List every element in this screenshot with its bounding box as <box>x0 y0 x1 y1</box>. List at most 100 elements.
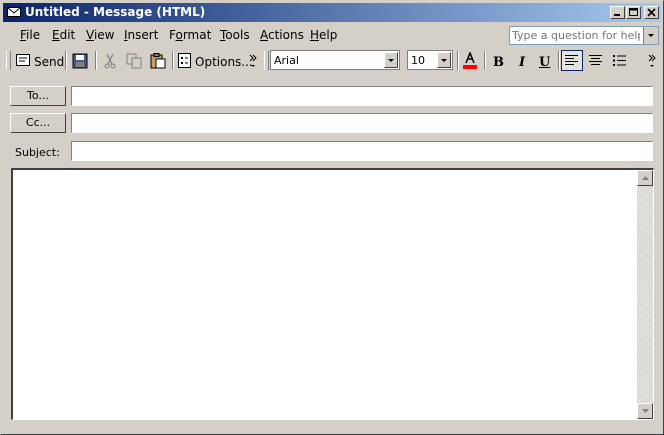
menu-actions-accel: A <box>260 28 268 42</box>
minimize-button[interactable] <box>610 6 625 19</box>
toolbar-separator <box>172 51 174 70</box>
bullet-list-icon <box>613 55 626 66</box>
font-name-dropdown[interactable] <box>384 52 398 68</box>
font-name-select[interactable]: Arial <box>270 50 400 70</box>
menu-format-rest: rmat <box>182 28 212 42</box>
menu-view[interactable]: View <box>86 28 114 42</box>
cc-input[interactable] <box>74 115 648 130</box>
copy-button[interactable] <box>123 50 145 71</box>
menu-insert[interactable]: Insert <box>124 28 158 42</box>
font-name-value: Arial <box>274 54 299 67</box>
menu-tools-rest: ools <box>225 28 250 42</box>
cc-field[interactable] <box>71 113 653 133</box>
message-body-editor[interactable] <box>15 172 633 412</box>
menu-bar: File Edit View Insert Format Tools Actio… <box>3 24 661 46</box>
cc-button[interactable]: Cc... <box>10 113 66 133</box>
toolbar-overflow-button[interactable] <box>248 50 258 71</box>
help-question-input[interactable] <box>512 28 640 43</box>
font-size-select[interactable]: 10 <box>407 50 453 70</box>
bold-button[interactable]: B <box>488 50 510 71</box>
font-color-button[interactable] <box>459 50 481 71</box>
options-icon <box>178 53 191 68</box>
toolbar-separator <box>95 51 97 70</box>
menu-edit[interactable]: Edit <box>52 28 75 42</box>
save-icon <box>72 53 88 69</box>
toolbar-separator <box>484 51 486 70</box>
italic-button[interactable]: I <box>512 50 534 71</box>
menu-help-rest: elp <box>319 28 338 42</box>
chevron-down-icon <box>648 34 654 37</box>
maximize-button[interactable] <box>626 6 641 19</box>
envelope-icon <box>7 7 21 17</box>
chevron-up-icon <box>642 176 649 180</box>
menu-actions[interactable]: Actions <box>260 28 304 42</box>
scroll-up-button[interactable] <box>637 170 653 186</box>
chevron-right-double-icon <box>648 54 656 67</box>
menu-view-rest: iew <box>93 28 115 42</box>
italic-label: I <box>519 55 526 70</box>
font-size-value: 10 <box>411 54 425 67</box>
cc-button-label: Cc... <box>25 116 51 129</box>
window-title: Untitled - Message (HTML) <box>25 5 206 19</box>
font-size-dropdown[interactable] <box>437 52 451 68</box>
minimize-icon <box>614 14 620 16</box>
message-window: Untitled - Message (HTML) File Edit View… <box>0 0 664 435</box>
menu-file-rest: ile <box>26 28 41 42</box>
font-color-icon <box>463 52 477 69</box>
menu-file[interactable]: File <box>20 28 40 42</box>
cut-icon <box>104 53 116 69</box>
subject-input[interactable] <box>74 143 648 158</box>
to-input[interactable] <box>74 88 648 103</box>
paste-button[interactable] <box>147 50 169 71</box>
align-left-button[interactable] <box>561 50 583 71</box>
to-button-label: To... <box>27 89 49 102</box>
toolbar-separator <box>558 51 560 70</box>
bold-label: B <box>493 55 504 70</box>
cut-button[interactable] <box>99 50 121 71</box>
bullets-button[interactable] <box>609 50 631 71</box>
to-field[interactable] <box>71 86 653 106</box>
chevron-right-double-icon <box>249 54 257 67</box>
subject-field[interactable] <box>71 141 653 161</box>
paste-icon <box>150 53 166 69</box>
menu-edit-rest: dit <box>59 28 76 42</box>
toolbar-grip[interactable] <box>264 51 269 70</box>
align-center-icon <box>589 55 602 65</box>
chevron-down-icon <box>388 59 394 62</box>
menu-tools[interactable]: Tools <box>220 28 250 42</box>
toolbar-overflow-button-2[interactable] <box>647 50 659 71</box>
menu-format[interactable]: Format <box>169 28 211 42</box>
menu-actions-rest: ctions <box>268 28 304 42</box>
chevron-down-icon <box>441 59 447 62</box>
send-button[interactable]: Send <box>13 50 65 71</box>
close-icon <box>647 8 656 17</box>
chevron-down-icon <box>642 409 649 413</box>
options-button[interactable]: Options... <box>176 50 253 71</box>
vertical-scrollbar[interactable] <box>637 170 653 419</box>
options-label: Options... <box>195 55 253 69</box>
underline-button[interactable]: U <box>534 50 556 71</box>
underline-label: U <box>539 55 551 70</box>
menu-help-accel: H <box>310 28 320 42</box>
close-button[interactable] <box>644 6 659 19</box>
menu-view-accel: V <box>86 28 94 42</box>
help-question-box[interactable] <box>509 26 659 45</box>
send-icon <box>16 54 30 66</box>
menu-edit-accel: E <box>52 28 60 42</box>
toolbar-grip[interactable] <box>6 51 11 70</box>
align-center-button[interactable] <box>585 50 607 71</box>
to-button[interactable]: To... <box>10 86 66 106</box>
copy-icon <box>126 53 142 69</box>
menu-insert-rest: nsert <box>127 28 159 42</box>
help-dropdown-button[interactable] <box>643 27 658 44</box>
align-left-icon <box>565 55 578 65</box>
standard-toolbar: Send Options... Arial 10 B I U <box>3 48 661 73</box>
message-body[interactable] <box>11 168 654 420</box>
save-button[interactable] <box>69 50 91 71</box>
menu-format-accel: o <box>175 28 183 42</box>
send-label: Send <box>34 55 65 69</box>
scroll-down-button[interactable] <box>637 403 653 419</box>
toolbar-separator <box>65 51 67 70</box>
title-bar[interactable]: Untitled - Message (HTML) <box>3 3 661 22</box>
menu-help[interactable]: Help <box>310 28 337 42</box>
